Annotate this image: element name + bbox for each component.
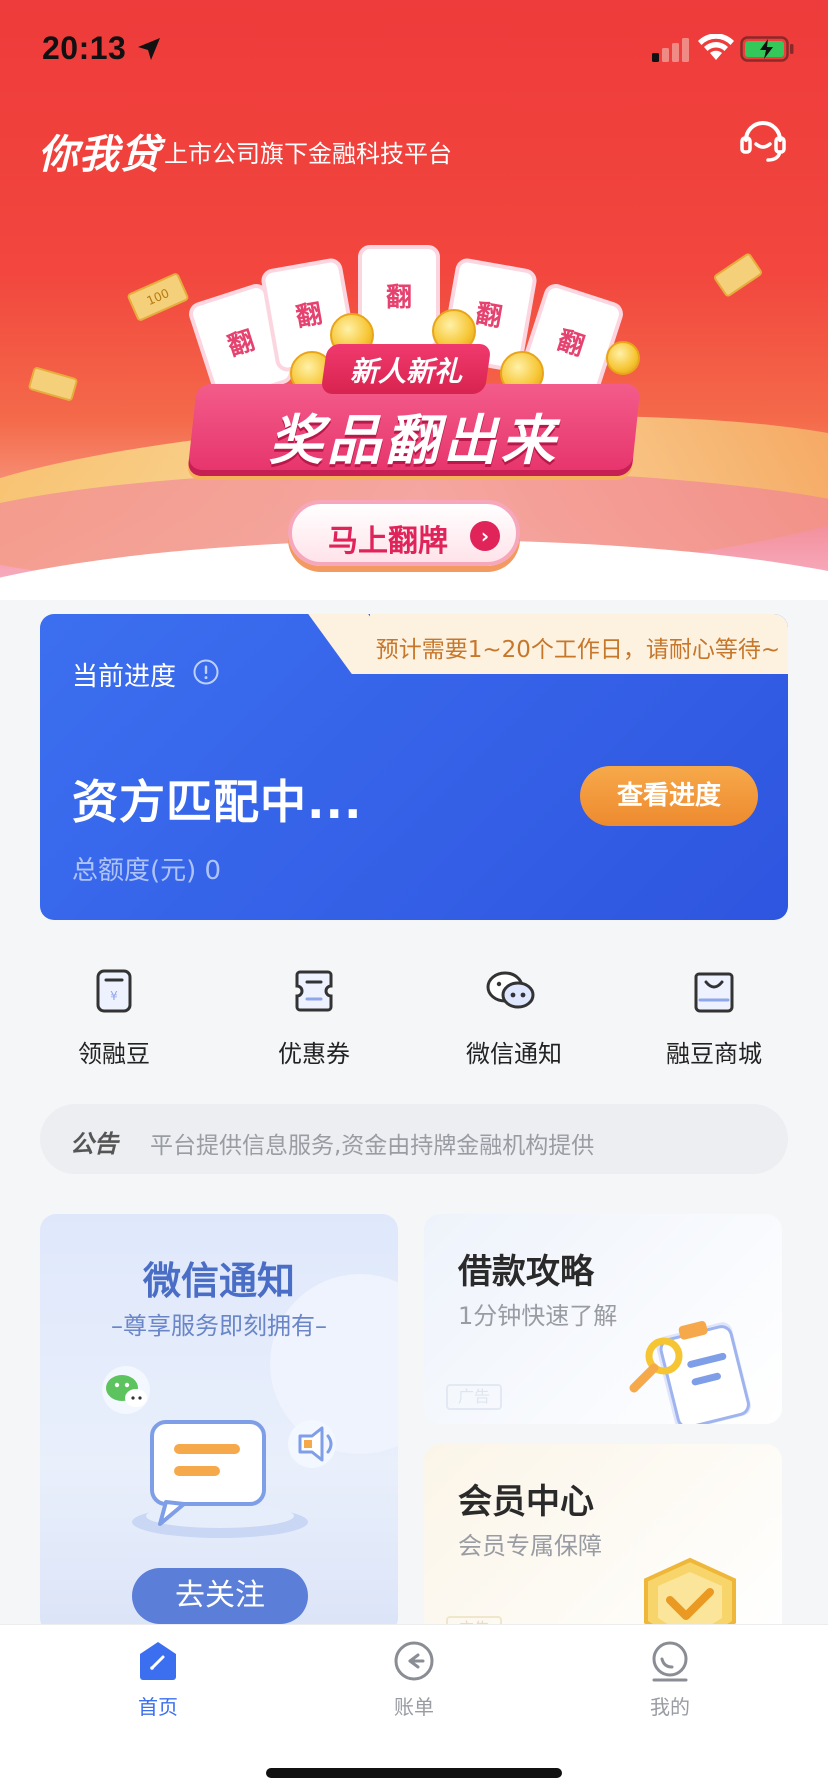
quick-action-label: 领融豆 (78, 1040, 150, 1068)
promo-title: 奖品翻出来 (269, 409, 559, 472)
bill-icon (394, 1641, 434, 1681)
tab-home[interactable]: 首页 (78, 1639, 238, 1729)
tab-label: 账单 (394, 1695, 434, 1719)
quick-action-label: 微信通知 (466, 1040, 562, 1068)
tab-label: 我的 (650, 1695, 690, 1719)
wechat-icon (486, 971, 535, 1009)
profile-icon (652, 1641, 688, 1682)
ad-tag: 广告 (446, 1384, 502, 1410)
member-center-title: 会员中心 (458, 1482, 594, 1522)
progress-eta-notice: 预计需要1~20个工作日，请耐心等待~ (375, 637, 781, 663)
promo-tag: 新人新礼 (349, 355, 462, 388)
quick-action-bean-mall[interactable]: 融豆商城 (624, 956, 804, 1076)
battery-charging-icon (740, 36, 794, 62)
money-bill-decoration: 100 (126, 271, 190, 323)
member-center-card[interactable]: 会员中心 会员专属保障 广告 (424, 1444, 782, 1644)
wifi-icon (698, 34, 734, 60)
customer-service-icon[interactable] (738, 116, 788, 162)
coupon-icon (295, 970, 333, 1012)
brand-logo: 你我贷 (38, 132, 161, 178)
follow-button[interactable]: 去关注 (132, 1568, 308, 1624)
flip-card-text: 翻 (385, 283, 412, 313)
home-icon (140, 1642, 176, 1680)
total-credit-amount: 总额度(元) 0 (72, 856, 222, 886)
money-bill-decoration (712, 251, 764, 299)
money-bill-decoration (27, 366, 79, 402)
quick-action-coupons[interactable]: 优惠券 (224, 956, 404, 1076)
view-progress-button[interactable]: 查看进度 (580, 766, 758, 826)
coin-icon (606, 341, 640, 375)
loan-guide-title: 借款攻略 (458, 1252, 594, 1292)
bill-text: 100 (144, 285, 172, 309)
wechat-notify-card[interactable]: 微信通知 –尊享服务即刻拥有– 去关注 (40, 1214, 398, 1634)
status-time: 20:13 (42, 30, 127, 66)
announcement-tag: 公告 (70, 1130, 118, 1158)
clipboard-search-illustration (629, 1321, 751, 1424)
home-indicator[interactable] (266, 1768, 562, 1778)
tab-label: 首页 (138, 1695, 178, 1719)
app-screen: 100 翻 翻 翻 翻 翻 新人新礼 奖品翻出来 马上翻牌 › 20:13 你我… (0, 0, 828, 1792)
progress-status: 资方匹配中... (72, 775, 363, 829)
loan-guide-card[interactable]: 借款攻略 1分钟快速了解 广告 (424, 1214, 782, 1424)
quick-action-label: 融豆商城 (666, 1040, 762, 1068)
bean-card-icon: ¥ (96, 969, 132, 1013)
tab-profile[interactable]: 我的 (590, 1639, 750, 1729)
brand-tagline: 上市公司旗下金融科技平台 (164, 140, 452, 168)
progress-label: 当前进度 (72, 662, 177, 692)
announcement-text: 平台提供信息服务,资金由持牌金融机构提供 (150, 1133, 595, 1159)
quick-actions: ¥ 领融豆 优惠券 微信通知 融豆商城 (0, 956, 828, 1076)
shopping-bag-icon (694, 972, 734, 1013)
chevron-right-icon: › (470, 521, 500, 551)
progress-card[interactable]: 预计需要1~20个工作日，请耐心等待~ 当前进度 资方匹配中... 总额度(元)… (40, 614, 788, 920)
loan-guide-subtitle: 1分钟快速了解 (458, 1302, 618, 1330)
tab-bills[interactable]: 账单 (334, 1639, 494, 1729)
quick-action-label: 优惠券 (278, 1040, 350, 1068)
flip-now-button[interactable]: 马上翻牌 › (288, 500, 520, 566)
info-icon[interactable] (192, 658, 220, 686)
quick-action-collect-beans[interactable]: ¥ 领融豆 (24, 956, 204, 1076)
quick-action-wechat-notify[interactable]: 微信通知 (424, 956, 604, 1076)
wechat-card-subtitle: –尊享服务即刻拥有– (111, 1312, 327, 1340)
location-arrow-icon (138, 38, 160, 60)
member-center-subtitle: 会员专属保障 (458, 1532, 602, 1560)
cellular-signal-icon (652, 38, 689, 62)
status-bar: 20:13 (0, 0, 828, 96)
flip-now-label: 马上翻牌 (328, 524, 448, 559)
announcement-bar[interactable]: 公告 平台提供信息服务,资金由持牌金融机构提供 (40, 1104, 788, 1174)
wechat-card-title: 微信通知 (142, 1259, 295, 1303)
bottom-tab-bar: 首页 账单 我的 (0, 1624, 828, 1792)
flip-card-text: 翻 (553, 325, 588, 363)
svg-text:¥: ¥ (110, 989, 118, 1003)
chat-bubble-illustration (102, 1366, 336, 1538)
